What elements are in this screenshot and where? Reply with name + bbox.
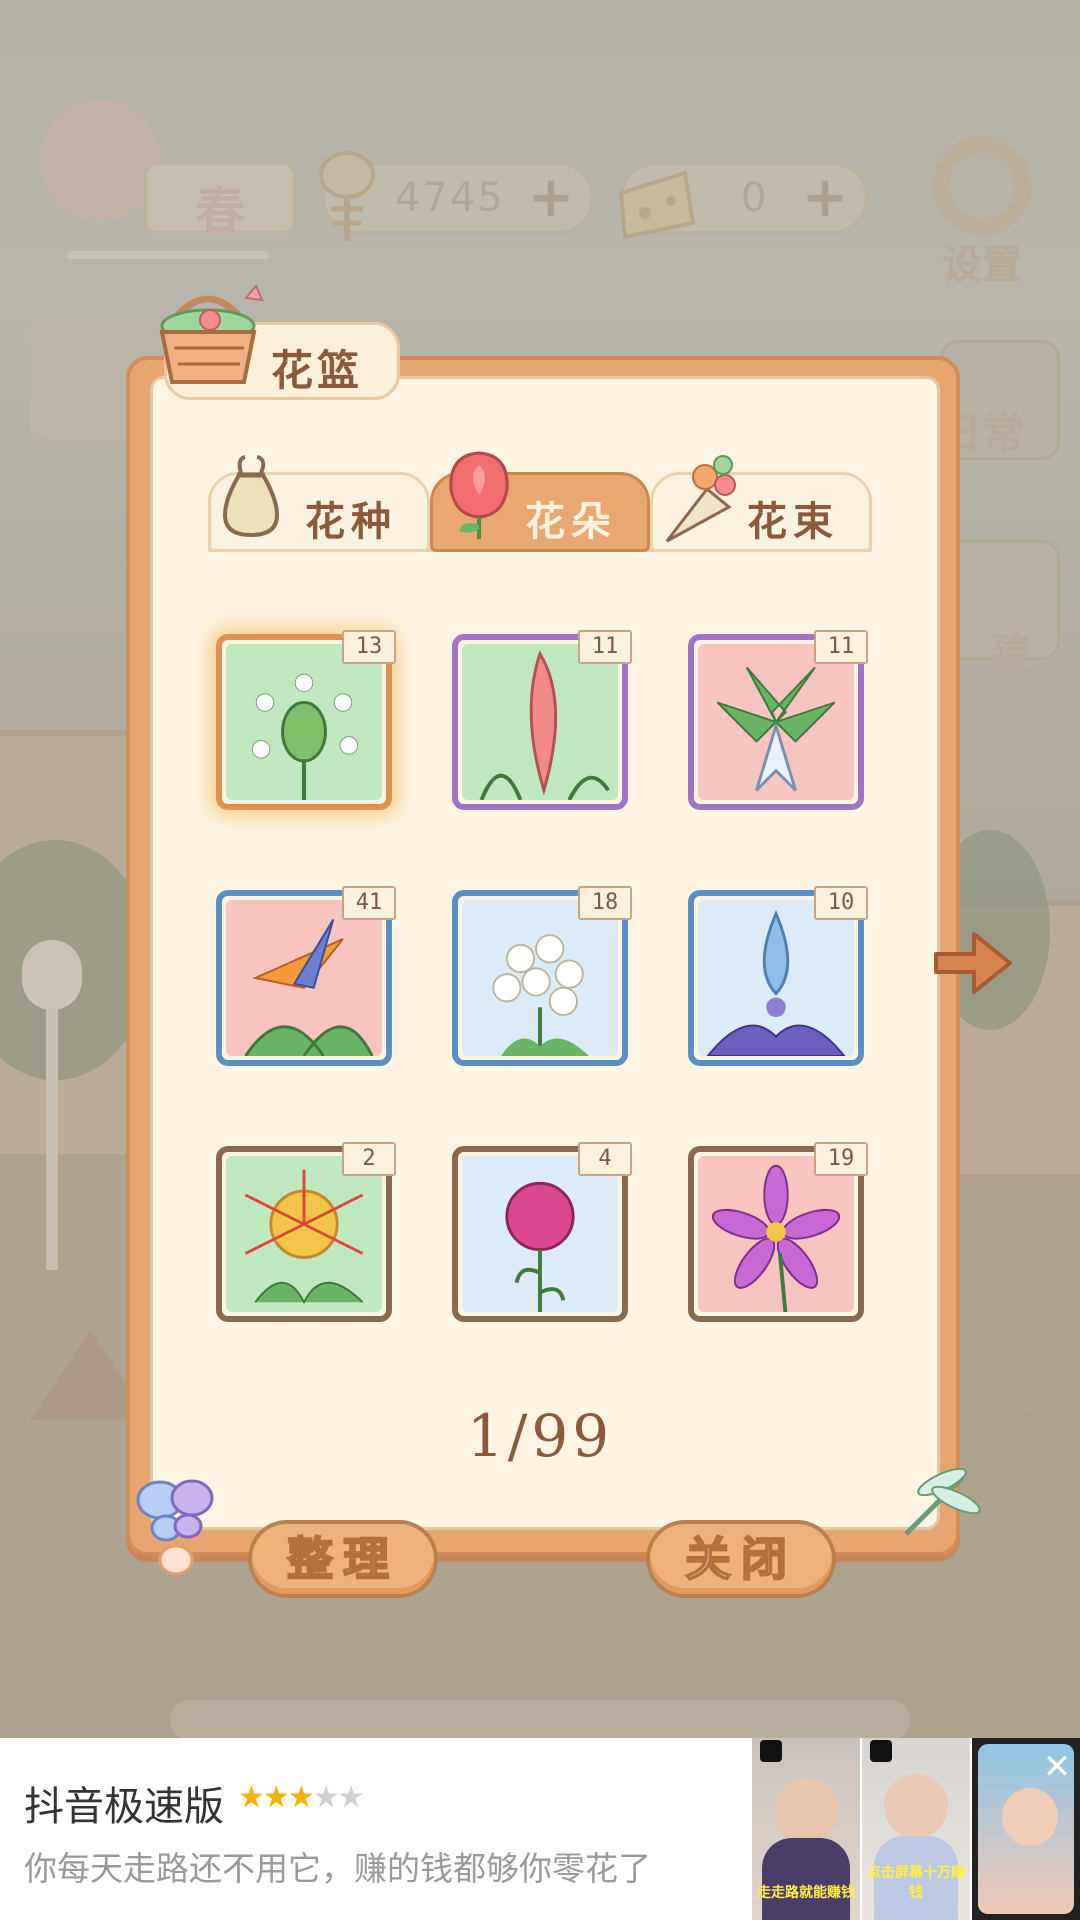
star-icon: ★ xyxy=(287,1780,315,1815)
panel-title: 花篮 xyxy=(271,346,364,395)
flower-card[interactable]: 13 xyxy=(216,630,396,810)
flower-icon xyxy=(505,1181,575,1312)
count-badge: 2 xyxy=(342,1142,396,1176)
item-count: 13 xyxy=(355,634,383,659)
dragonfly-icon xyxy=(904,1467,981,1536)
person-body xyxy=(762,1838,850,1920)
sort-button-label: 整理 xyxy=(286,1531,399,1587)
flower-image xyxy=(698,644,854,800)
count-badge: 4 xyxy=(578,1142,632,1176)
flower-card[interactable]: 19 xyxy=(688,1142,868,1322)
count-badge: 11 xyxy=(814,630,868,664)
page-indicator: 1/99 xyxy=(466,1402,614,1470)
flower-card[interactable]: 10 xyxy=(688,886,868,1066)
ad-description: 你每天走路还不用它，赚的钱都够你零花了 xyxy=(24,1850,651,1887)
flower-card[interactable]: 18 xyxy=(452,886,632,1066)
close-button[interactable]: 关闭 xyxy=(646,1520,836,1598)
item-count: 10 xyxy=(827,890,855,915)
ad-thumbnail-caption: 走走路就能赚钱 xyxy=(757,1885,855,1901)
sort-button[interactable]: 整理 xyxy=(248,1520,438,1598)
flower-icon xyxy=(244,1169,364,1305)
flower-icon xyxy=(251,673,359,800)
flower-image xyxy=(698,900,854,1056)
flower-icon xyxy=(479,650,610,800)
close-button-label: 关闭 xyxy=(684,1531,797,1587)
rose-icon xyxy=(449,451,509,539)
ad-thumbnail-caption: 点击屏幕十万赚钱 xyxy=(867,1865,965,1901)
tab-bouquets[interactable]: 花束 xyxy=(650,455,872,552)
ad-rating-stars: ★★★★★ xyxy=(238,1780,365,1815)
item-count: 41 xyxy=(355,890,383,915)
count-badge: 11 xyxy=(578,630,632,664)
item-count: 2 xyxy=(362,1146,376,1171)
butterfly-icon xyxy=(136,1479,214,1576)
tab-flowers-label: 花朵 xyxy=(525,499,617,545)
seed-bag-icon xyxy=(222,455,280,538)
flower-image xyxy=(226,1156,382,1312)
flower-icon xyxy=(492,934,589,1056)
flower-card[interactable]: 41 xyxy=(216,886,396,1066)
star-icon: ★ xyxy=(312,1780,340,1815)
flower-image xyxy=(462,644,618,800)
ad-thumbnail-2: 点击屏幕十万赚钱 xyxy=(862,1738,970,1920)
flower-icon xyxy=(706,909,846,1056)
flower-image xyxy=(226,644,382,800)
flower-image xyxy=(698,1156,854,1312)
flower-card[interactable]: 2 xyxy=(216,1142,396,1322)
item-count: 11 xyxy=(591,634,619,659)
person-face xyxy=(774,1778,838,1842)
next-page-arrow-icon[interactable] xyxy=(930,926,1016,1000)
ad-close-icon[interactable]: ✕ xyxy=(1040,1750,1074,1784)
item-count: 4 xyxy=(598,1146,612,1171)
item-count: 19 xyxy=(827,1146,855,1171)
flower-image xyxy=(462,1156,618,1312)
flower-basket-icon xyxy=(159,284,264,384)
flower-card[interactable]: 11 xyxy=(688,630,868,810)
flower-card[interactable]: 4 xyxy=(452,1142,632,1322)
flower-icon xyxy=(716,666,836,792)
item-count: 18 xyxy=(591,890,619,915)
count-badge: 19 xyxy=(814,1142,868,1176)
ad-thumbnail-1: 走走路就能赚钱 xyxy=(752,1738,860,1920)
app-logo-icon xyxy=(870,1740,892,1762)
count-badge: 18 xyxy=(578,886,632,920)
flower-image xyxy=(226,900,382,1056)
flower-icon xyxy=(244,918,374,1056)
person-face xyxy=(884,1774,948,1838)
tab-seeds[interactable]: 花种 xyxy=(208,455,430,552)
count-badge: 10 xyxy=(814,886,868,920)
tab-bouquets-label: 花束 xyxy=(747,499,839,545)
count-badge: 13 xyxy=(342,630,396,664)
ad-banner[interactable]: 抖音极速版 ★★★★★ 你每天走路还不用它，赚的钱都够你零花了 走走路就能赚钱 … xyxy=(0,1738,1080,1920)
star-icon: ★ xyxy=(337,1780,365,1815)
flower-icon xyxy=(711,1164,841,1312)
item-count: 11 xyxy=(827,634,855,659)
count-badge: 41 xyxy=(342,886,396,920)
bouquet-icon xyxy=(665,455,736,543)
star-icon: ★ xyxy=(238,1780,265,1815)
person-face xyxy=(1002,1788,1058,1846)
flower-image xyxy=(462,900,618,1056)
app-logo-icon xyxy=(760,1740,782,1762)
ad-app-name: 抖音极速版 xyxy=(24,1785,224,1829)
tab-flowers[interactable]: 花朵 xyxy=(430,451,650,552)
tab-seeds-label: 花种 xyxy=(305,499,397,545)
flower-card[interactable]: 11 xyxy=(452,630,632,810)
star-icon: ★ xyxy=(262,1780,290,1815)
